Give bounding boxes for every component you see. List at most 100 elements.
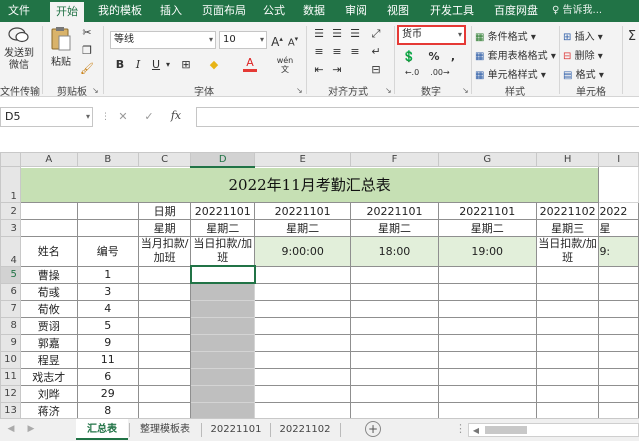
employee-name-cell[interactable]: 蒋济 bbox=[19, 401, 78, 418]
row-header-9[interactable]: 9 bbox=[0, 333, 21, 352]
scroll-right-icon[interactable]: ▶ bbox=[26, 422, 36, 436]
tab-file[interactable]: 文件 bbox=[0, 0, 38, 22]
cell[interactable] bbox=[254, 282, 352, 301]
format-painter-icon[interactable]: 🖌 bbox=[80, 62, 94, 76]
date-cell[interactable]: 20221101 bbox=[254, 202, 352, 220]
percent-button[interactable]: % bbox=[428, 50, 440, 64]
chevron-down-icon[interactable]: ▾ bbox=[164, 58, 172, 72]
weekday-cell[interactable]: 星期二 bbox=[437, 219, 537, 237]
cell[interactable] bbox=[437, 350, 537, 369]
paste-button[interactable]: 粘贴 bbox=[47, 26, 75, 70]
employee-name-cell[interactable]: 贾诩 bbox=[19, 316, 78, 335]
time-header-cell[interactable]: 19:00 bbox=[437, 236, 537, 267]
increase-decimal-icon[interactable]: ←.0 bbox=[400, 66, 424, 80]
number-format-select[interactable]: 货币 ▾ bbox=[397, 25, 466, 45]
cut-icon[interactable]: ✂ bbox=[80, 26, 94, 40]
scrollbar-thumb[interactable] bbox=[485, 426, 527, 434]
underline-button[interactable]: U bbox=[150, 58, 162, 72]
sheet-tab-summary[interactable]: 汇总表 bbox=[76, 419, 128, 440]
borders-icon[interactable]: ⊞ bbox=[178, 58, 194, 72]
cell[interactable] bbox=[350, 367, 439, 386]
weekday-cell[interactable]: 星期二 bbox=[190, 219, 256, 237]
cell[interactable] bbox=[76, 202, 139, 220]
increase-font-icon[interactable]: A▴ bbox=[270, 32, 284, 49]
tab-view[interactable]: 视图 bbox=[382, 0, 414, 22]
date-cell[interactable]: 20221102 bbox=[535, 202, 600, 220]
format-cells-button[interactable]: ▤ 格式 ▾ bbox=[563, 66, 604, 81]
date-label-cell[interactable]: 日期 bbox=[137, 202, 192, 220]
weekday-label-cell[interactable]: 星期 bbox=[137, 219, 192, 237]
alignment-launcher-icon[interactable]: ↘ bbox=[385, 86, 392, 95]
cell[interactable] bbox=[535, 265, 600, 284]
row-header-2[interactable]: 2 bbox=[0, 202, 21, 220]
row-header-13[interactable]: 13 bbox=[0, 401, 21, 418]
employee-id-cell[interactable]: 8 bbox=[76, 401, 139, 418]
cell[interactable] bbox=[598, 401, 639, 418]
tab-formulas[interactable]: 公式 bbox=[258, 0, 290, 22]
tab-data[interactable]: 数据 bbox=[298, 0, 330, 22]
align-left-icon[interactable]: ≡ bbox=[311, 45, 327, 59]
conditional-format-button[interactable]: ▦ 条件格式 ▾ bbox=[475, 28, 536, 43]
italic-button[interactable]: I bbox=[132, 58, 144, 72]
daily-deduction-header-cell[interactable]: 当日扣款/加班 bbox=[535, 236, 600, 267]
cancel-entry-icon[interactable]: ✕ bbox=[117, 110, 129, 124]
cell[interactable] bbox=[350, 265, 439, 284]
cell[interactable] bbox=[350, 350, 439, 369]
cell[interactable] bbox=[598, 265, 639, 284]
monthly-deduction-cell[interactable] bbox=[137, 384, 192, 403]
row-header-3[interactable]: 3 bbox=[0, 219, 21, 237]
cell[interactable] bbox=[437, 384, 537, 403]
name-box[interactable]: D5 bbox=[0, 107, 93, 127]
row-header-4[interactable]: 4 bbox=[0, 236, 21, 267]
font-size-select[interactable]: 10 ▾ bbox=[219, 31, 267, 49]
cell[interactable] bbox=[535, 333, 600, 352]
employee-id-cell[interactable]: 3 bbox=[76, 282, 139, 301]
cell[interactable] bbox=[254, 401, 352, 418]
cell[interactable] bbox=[254, 384, 352, 403]
bold-button[interactable]: B bbox=[114, 58, 126, 72]
row-header-1[interactable]: 1 bbox=[0, 166, 21, 203]
align-bottom-icon[interactable]: ☰ bbox=[347, 27, 363, 41]
cell[interactable] bbox=[254, 350, 352, 369]
employee-name-cell[interactable]: 郭嘉 bbox=[19, 333, 78, 352]
daily-deduction-cell[interactable] bbox=[190, 282, 256, 301]
cell[interactable] bbox=[535, 316, 600, 335]
employee-name-cell[interactable]: 戏志才 bbox=[19, 367, 78, 386]
align-right-icon[interactable]: ≡ bbox=[347, 45, 363, 59]
cell[interactable] bbox=[350, 384, 439, 403]
tab-insert[interactable]: 插入 bbox=[154, 0, 188, 22]
scroll-left-icon[interactable]: ◀ bbox=[6, 422, 16, 436]
column-header-h[interactable]: H bbox=[535, 152, 600, 167]
font-color-button[interactable]: A bbox=[243, 56, 257, 72]
date-cell[interactable]: 20221101 bbox=[350, 202, 439, 220]
tab-developer[interactable]: 开发工具 bbox=[424, 0, 480, 22]
cell[interactable] bbox=[598, 316, 639, 335]
daily-deduction-cell[interactable] bbox=[190, 350, 256, 369]
fill-color-icon[interactable]: ◆ bbox=[206, 58, 222, 72]
font-launcher-icon[interactable]: ↘ bbox=[296, 86, 303, 95]
column-header-e[interactable]: E bbox=[254, 152, 352, 167]
align-top-icon[interactable]: ☰ bbox=[311, 27, 327, 41]
cell[interactable] bbox=[350, 282, 439, 301]
sheet-tab-20221102[interactable]: 20221102 bbox=[273, 419, 337, 440]
daily-deduction-cell[interactable] bbox=[190, 316, 256, 335]
monthly-deduction-cell[interactable] bbox=[137, 333, 192, 352]
cell-styles-button[interactable]: ▦ 单元格样式 ▾ bbox=[475, 66, 546, 81]
align-middle-icon[interactable]: ☰ bbox=[329, 27, 345, 41]
daily-deduction-cell[interactable] bbox=[190, 401, 256, 418]
cell[interactable] bbox=[535, 350, 600, 369]
insert-cells-button[interactable]: ⊞ 插入 ▾ bbox=[563, 28, 603, 43]
comma-style-button[interactable]: , bbox=[447, 50, 459, 64]
date-cell[interactable]: 2022 bbox=[598, 202, 639, 220]
wrap-text-icon[interactable]: ↵ bbox=[367, 45, 385, 59]
add-sheet-button[interactable]: + bbox=[365, 421, 381, 437]
tab-home[interactable]: 开始 bbox=[50, 2, 84, 22]
column-header-a[interactable]: A bbox=[19, 152, 78, 167]
employee-name-cell[interactable]: 曹操 bbox=[19, 265, 78, 284]
tab-my-templates[interactable]: 我的模板 bbox=[92, 0, 148, 22]
column-header-d[interactable]: D bbox=[190, 152, 256, 168]
cell[interactable] bbox=[76, 219, 139, 237]
daily-deduction-header-cell[interactable]: 当日扣款/加班 bbox=[190, 236, 256, 267]
autosum-icon[interactable]: Σ bbox=[626, 30, 638, 44]
cell[interactable] bbox=[437, 299, 537, 318]
